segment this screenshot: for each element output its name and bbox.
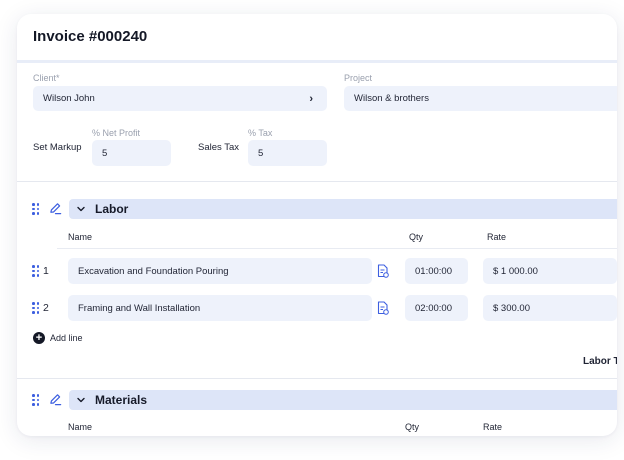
materials-col-rate: Rate — [483, 422, 503, 432]
client-label: Client* — [33, 73, 60, 83]
tax-value: 5 — [258, 147, 264, 159]
project-field[interactable]: Wilson & brothers — [344, 86, 617, 111]
add-line-button[interactable]: + Add line — [33, 332, 83, 344]
labor-row-name: Excavation and Foundation Pouring — [78, 265, 229, 277]
materials-title: Materials — [95, 393, 148, 407]
labor-row-name: Framing and Wall Installation — [78, 302, 201, 314]
net-profit-label: % Net Profit — [92, 128, 141, 138]
labor-row-qty: 01:00:00 — [415, 265, 452, 277]
document-edit-icon[interactable] — [377, 264, 389, 278]
net-profit-input[interactable]: 5 — [92, 140, 171, 166]
labor-row-qty-input[interactable]: 01:00:00 — [405, 258, 468, 284]
plus-circle-icon: + — [33, 332, 45, 344]
materials-col-name: Name — [68, 422, 93, 432]
project-value: Wilson & brothers — [354, 93, 429, 104]
labor-row-rate: $ 300.00 — [493, 302, 530, 314]
row-number: 2 — [43, 302, 49, 314]
drag-handle-icon[interactable] — [32, 394, 40, 406]
drag-handle-icon[interactable] — [32, 302, 40, 314]
chevron-down-icon — [77, 206, 85, 212]
column-header-divider — [57, 248, 617, 249]
section-divider — [17, 181, 617, 182]
invoice-card: Invoice #000240 Client* Wilson John › Pr… — [17, 14, 617, 436]
net-profit-value: 5 — [102, 147, 108, 159]
edit-pencil-icon[interactable] — [49, 202, 62, 215]
labor-col-name: Name — [68, 232, 93, 242]
chevron-down-icon — [77, 397, 85, 403]
labor-title: Labor — [95, 202, 129, 216]
project-label: Project — [344, 73, 373, 83]
labor-section-header[interactable]: Labor — [69, 199, 617, 219]
chevron-right-icon: › — [309, 93, 313, 105]
invoice-title: Invoice #000240 — [33, 28, 148, 45]
edit-pencil-icon[interactable] — [49, 393, 62, 406]
labor-row-rate-input[interactable]: $ 1 000.00 — [483, 258, 617, 284]
materials-section-header[interactable]: Materials — [69, 390, 617, 410]
labor-col-rate: Rate — [487, 232, 507, 242]
labor-col-qty: Qty — [409, 232, 424, 242]
client-select[interactable]: Wilson John › — [33, 86, 327, 111]
row-number: 1 — [43, 265, 49, 277]
client-value: Wilson John — [43, 93, 95, 104]
labor-row-name-input[interactable]: Excavation and Foundation Pouring — [68, 258, 372, 284]
labor-total-label: Labor T — [583, 356, 617, 367]
document-edit-icon[interactable] — [377, 301, 389, 315]
tax-percent-label: % Tax — [248, 128, 273, 138]
sales-tax-label: Sales Tax — [198, 142, 240, 153]
tax-input[interactable]: 5 — [248, 140, 327, 166]
labor-row-rate-input[interactable]: $ 300.00 — [483, 295, 617, 321]
labor-row-qty-input[interactable]: 02:00:00 — [405, 295, 468, 321]
add-line-label: Add line — [50, 333, 83, 343]
labor-row-qty: 02:00:00 — [415, 302, 452, 314]
set-markup-label: Set Markup — [33, 142, 82, 153]
drag-handle-icon[interactable] — [32, 265, 40, 277]
section-divider — [17, 378, 617, 379]
title-divider — [17, 60, 617, 63]
materials-col-qty: Qty — [405, 422, 420, 432]
labor-row-rate: $ 1 000.00 — [493, 265, 538, 277]
labor-row-name-input[interactable]: Framing and Wall Installation — [68, 295, 372, 321]
drag-handle-icon[interactable] — [32, 203, 40, 215]
